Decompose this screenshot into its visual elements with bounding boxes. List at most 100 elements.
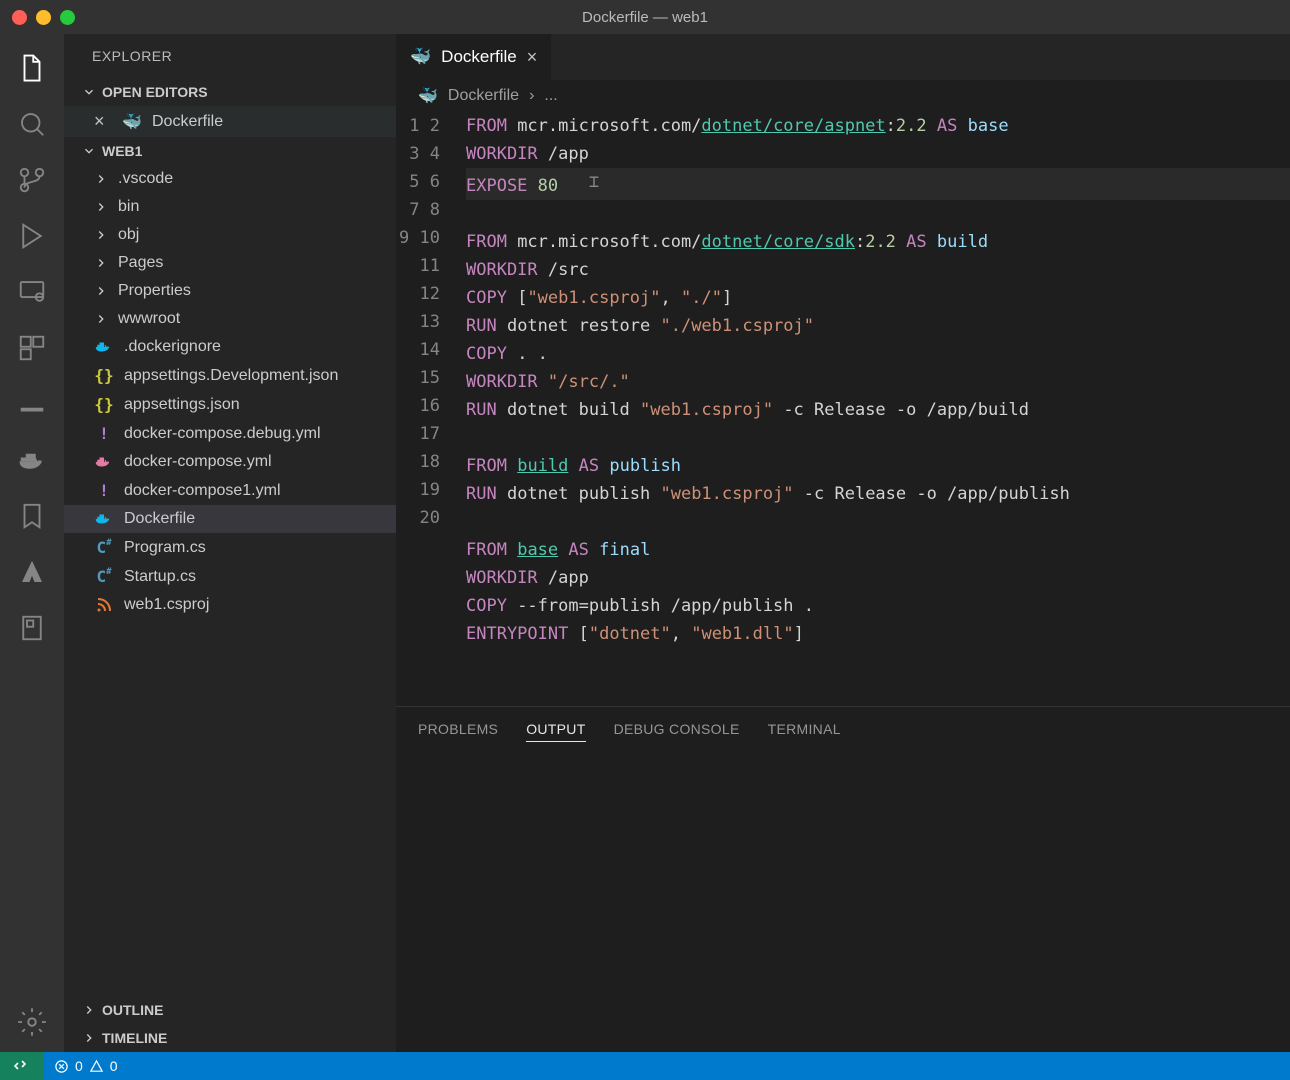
file-label: Dockerfile xyxy=(124,510,195,528)
docker-file-icon xyxy=(94,512,114,526)
activity-icon-1[interactable] xyxy=(16,388,48,420)
panel-tab-output[interactable]: OUTPUT xyxy=(526,721,585,742)
folder-label: wwwroot xyxy=(118,310,180,328)
remote-explorer-activity-icon[interactable] xyxy=(16,276,48,308)
breadcrumb[interactable]: 🐳 Dockerfile › ... xyxy=(396,80,1290,112)
chevron-right-icon xyxy=(94,228,108,242)
panel-tabs: PROBLEMS OUTPUT DEBUG CONSOLE TERMINAL xyxy=(396,707,1290,756)
close-window-button[interactable] xyxy=(12,10,27,25)
warning-icon xyxy=(89,1059,104,1074)
file-item[interactable]: Dockerfile xyxy=(64,505,396,533)
folder-item[interactable]: obj xyxy=(64,221,396,249)
docker-file-icon: 🐳 xyxy=(410,47,431,67)
docker-file-icon xyxy=(94,455,114,469)
outline-label: OUTLINE xyxy=(102,1002,163,1018)
search-activity-icon[interactable] xyxy=(16,108,48,140)
folder-label: obj xyxy=(118,226,139,244)
panel-tab-terminal[interactable]: TERMINAL xyxy=(768,721,841,742)
file-label: docker-compose1.yml xyxy=(124,482,281,500)
remote-button[interactable] xyxy=(0,1052,44,1080)
folder-label: .vscode xyxy=(118,170,173,188)
line-gutter: 1 2 3 4 5 6 7 8 9 10 11 12 13 14 15 16 1… xyxy=(396,112,466,706)
file-item[interactable]: C#Program.cs xyxy=(64,533,396,562)
bottom-panel: PROBLEMS OUTPUT DEBUG CONSOLE TERMINAL xyxy=(396,706,1290,1052)
chevron-down-icon xyxy=(82,144,96,158)
folder-item[interactable]: bin xyxy=(64,193,396,221)
chevron-right-icon xyxy=(94,172,108,186)
docker-file-icon xyxy=(94,340,114,354)
editor-tabs: 🐳 Dockerfile × xyxy=(396,34,1290,80)
breadcrumb-more: ... xyxy=(544,87,557,105)
open-editors-section[interactable]: OPEN EDITORS xyxy=(64,78,396,106)
tab-dockerfile[interactable]: 🐳 Dockerfile × xyxy=(396,34,551,80)
file-item[interactable]: {}appsettings.json xyxy=(64,390,396,419)
folder-item[interactable]: Properties xyxy=(64,277,396,305)
open-editor-label: Dockerfile xyxy=(152,113,223,131)
file-item[interactable]: C# Startup.cs xyxy=(64,562,396,591)
source-control-activity-icon[interactable] xyxy=(16,164,48,196)
activity-icon-2[interactable] xyxy=(16,612,48,644)
docker-file-icon: 🐳 xyxy=(122,112,142,132)
file-item[interactable]: web1.csproj xyxy=(64,591,396,619)
errors-status[interactable]: 0 0 xyxy=(44,1058,128,1074)
window-title: Dockerfile — web1 xyxy=(582,9,708,26)
file-item[interactable]: {} appsettings.Development.json xyxy=(64,361,396,390)
minimize-window-button[interactable] xyxy=(36,10,51,25)
outline-section[interactable]: OUTLINE xyxy=(64,996,396,1024)
titlebar: Dockerfile — web1 xyxy=(0,0,1290,34)
file-label: docker-compose.debug.yml xyxy=(124,425,321,443)
project-section[interactable]: WEB1 xyxy=(64,137,396,165)
close-icon[interactable]: × xyxy=(94,111,112,132)
docker-activity-icon[interactable] xyxy=(16,444,48,476)
activity-bar xyxy=(0,34,64,1052)
warnings-count: 0 xyxy=(110,1058,118,1074)
azure-activity-icon[interactable] xyxy=(16,556,48,588)
chevron-right-icon xyxy=(82,1003,96,1017)
explorer-activity-icon[interactable] xyxy=(16,52,48,84)
explorer-sidebar: EXPLORER OPEN EDITORS × 🐳 Dockerfile WEB… xyxy=(64,34,396,1052)
file-item[interactable]: !docker-compose.debug.yml xyxy=(64,419,396,448)
chevron-right-icon xyxy=(94,284,108,298)
bookmark-activity-icon[interactable] xyxy=(16,500,48,532)
code-editor[interactable]: 1 2 3 4 5 6 7 8 9 10 11 12 13 14 15 16 1… xyxy=(396,112,1290,706)
file-item[interactable]: docker-compose.yml xyxy=(64,448,396,476)
file-label: .dockerignore xyxy=(124,338,221,356)
error-icon xyxy=(54,1059,69,1074)
chevron-right-icon xyxy=(94,200,108,214)
file-label: Startup.cs xyxy=(124,568,196,586)
file-label: appsettings.Development.json xyxy=(124,367,338,385)
panel-tab-problems[interactable]: PROBLEMS xyxy=(418,721,498,742)
breadcrumb-file: Dockerfile xyxy=(448,87,519,105)
open-editors-label: OPEN EDITORS xyxy=(102,84,208,100)
chevron-right-icon xyxy=(82,1031,96,1045)
folder-item[interactable]: .vscode xyxy=(64,165,396,193)
run-debug-activity-icon[interactable] xyxy=(16,220,48,252)
close-tab-icon[interactable]: × xyxy=(527,47,538,68)
file-label: docker-compose.yml xyxy=(124,453,272,471)
code-lines[interactable]: FROM mcr.microsoft.com/dotnet/core/aspne… xyxy=(466,112,1290,706)
folder-label: Pages xyxy=(118,254,163,272)
status-bar: 0 0 xyxy=(0,1052,1290,1080)
folder-item[interactable]: wwwroot xyxy=(64,305,396,333)
json-file-icon: {} xyxy=(94,366,114,385)
settings-gear-icon[interactable] xyxy=(16,1006,48,1038)
csproj-file-icon xyxy=(94,597,114,613)
maximize-window-button[interactable] xyxy=(60,10,75,25)
chevron-right-icon xyxy=(94,312,108,326)
open-editor-item[interactable]: × 🐳 Dockerfile xyxy=(64,106,396,137)
window-controls xyxy=(12,10,75,25)
breadcrumb-separator: › xyxy=(529,87,534,105)
csharp-file-icon: C# xyxy=(94,538,114,557)
chevron-right-icon xyxy=(94,256,108,270)
folder-item[interactable]: Pages xyxy=(64,249,396,277)
file-item[interactable]: .dockerignore xyxy=(64,333,396,361)
folder-label: Properties xyxy=(118,282,191,300)
editor-area: 🐳 Dockerfile × 🐳 Dockerfile › ... 1 2 3 … xyxy=(396,34,1290,1052)
panel-tab-debug-console[interactable]: DEBUG CONSOLE xyxy=(614,721,740,742)
timeline-section[interactable]: TIMELINE xyxy=(64,1024,396,1052)
file-item[interactable]: ! docker-compose1.yml xyxy=(64,476,396,505)
extensions-activity-icon[interactable] xyxy=(16,332,48,364)
docker-file-icon: 🐳 xyxy=(418,86,438,106)
csharp-file-icon: C# xyxy=(94,567,114,586)
yaml-file-icon: ! xyxy=(94,481,114,500)
